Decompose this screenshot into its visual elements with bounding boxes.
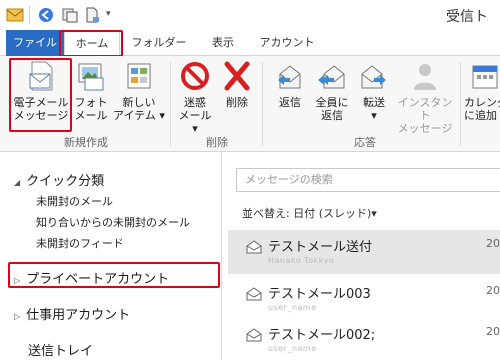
tab-folder[interactable]: フォルダー	[126, 30, 192, 56]
photo-email-button[interactable]: フォト メール	[74, 60, 108, 122]
message-row[interactable]: テストメール003 user_name 201	[228, 277, 500, 321]
work-account-folder[interactable]: ▷ 仕事用アカウント	[14, 304, 130, 323]
nav-item-unread[interactable]: 未開封のメール	[36, 193, 113, 209]
junk-label-1: 迷惑	[184, 96, 206, 109]
message-date: 201	[486, 237, 500, 250]
tab-view[interactable]: 表示	[200, 30, 246, 56]
sort-arrow-icon: ▾	[371, 207, 377, 220]
outbox-folder[interactable]: 送信トレイ	[28, 340, 93, 359]
home-tab-highlight	[59, 30, 123, 57]
toolbar-separator	[29, 6, 30, 24]
delete-label: 削除	[226, 96, 248, 109]
page-icon[interactable]	[84, 7, 100, 23]
delete-x-icon	[224, 61, 250, 91]
im-label-2: メッセージ	[397, 122, 453, 135]
sort-dropdown[interactable]: 並べ替え: 日付 (スレッド)▾	[242, 205, 377, 221]
message-sender: user_name	[268, 303, 317, 312]
tab-account[interactable]: アカウント	[254, 30, 320, 56]
calendar-label-1: カレンダ	[464, 96, 500, 109]
im-label-1: インスタント	[397, 96, 453, 122]
message-subject: テストメール002;	[268, 328, 376, 343]
message-row[interactable]: テストメール送付 Hanako Tokkyo 201	[228, 230, 500, 274]
message-subject: テストメール送付	[268, 240, 373, 255]
delete-group-label: 削除	[206, 136, 228, 149]
reply-label: 返信	[279, 96, 301, 109]
respond-group-label: 応答	[354, 136, 376, 149]
person-icon	[414, 64, 436, 90]
ribbon-separator	[170, 62, 171, 146]
new-group-label: 新規作成	[64, 136, 108, 149]
junk-email-button[interactable]: 迷惑 メール ▾	[174, 60, 216, 135]
title-bar: ▾ 受信ト	[0, 0, 500, 30]
reply-all-icon	[318, 65, 345, 89]
junk-label-2: メール ▾	[178, 109, 212, 135]
forward-dropdown-icon[interactable]: ▾	[356, 109, 392, 122]
nav-item-unread-feeds[interactable]: 未開封のフィード	[36, 235, 124, 251]
photo-email-label-2: メール	[74, 109, 108, 122]
ribbon-separator	[262, 62, 263, 146]
tab-file[interactable]: ファイル	[6, 30, 64, 56]
reply-all-label-1: 全員に	[315, 96, 349, 109]
ribbon: 電子メール メッセージ フォト メール 新しい アイテム ▾ 新規作成 迷惑 メ…	[0, 56, 500, 152]
calendar-label-2: に追加	[464, 109, 497, 122]
envelope-icon	[246, 240, 262, 254]
new-item-button[interactable]: 新しい アイテム ▾	[112, 60, 166, 122]
delete-button[interactable]: 削除	[218, 60, 256, 109]
message-date: 201	[486, 284, 500, 297]
mail-app-icon[interactable]	[6, 7, 24, 23]
block-icon	[181, 62, 209, 90]
envelope-icon	[246, 328, 262, 342]
message-row[interactable]: テストメール002; user_name 201	[228, 318, 500, 360]
send-receive-icon[interactable]	[62, 7, 78, 23]
photo-email-label-1: フォト	[74, 96, 108, 109]
message-subject: テストメール003	[268, 287, 371, 302]
add-to-calendar-button[interactable]: カレンダ に追加	[464, 60, 500, 122]
quick-views-label: クイック分類	[26, 174, 105, 189]
forward-icon	[361, 65, 386, 89]
quick-views-header[interactable]: ◢ クイック分類	[14, 170, 104, 189]
message-sender: user_name	[268, 344, 317, 353]
new-email-highlight	[9, 58, 72, 132]
ribbon-separator	[460, 62, 461, 146]
sort-label: 並べ替え: 日付 (スレッド)	[242, 207, 372, 220]
window-title: 受信ト	[446, 9, 488, 25]
new-item-label-2: アイテム ▾	[113, 109, 165, 122]
photo-email-icon	[78, 63, 104, 91]
message-date: 201	[486, 325, 500, 338]
back-arrow-icon[interactable]	[38, 7, 54, 23]
instant-message-button[interactable]: インスタント メッセージ	[394, 60, 456, 135]
reply-button[interactable]: 返信	[270, 60, 310, 109]
search-input[interactable]: メッセージの検索	[236, 168, 500, 192]
customize-quickaccess-icon[interactable]: ▾	[106, 9, 111, 19]
envelope-icon	[246, 287, 262, 301]
work-account-label: 仕事用アカウント	[26, 308, 131, 323]
new-item-icon	[127, 63, 151, 89]
new-item-label-1: 新しい	[122, 96, 156, 109]
expand-triangle-icon: ▷	[14, 312, 21, 321]
nav-item-unread-contacts[interactable]: 知り合いからの未開封のメール	[36, 214, 190, 230]
private-account-highlight	[8, 262, 220, 288]
message-sender: Hanako Tokkyo	[268, 256, 335, 265]
forward-button[interactable]: 転送 ▾	[356, 60, 392, 122]
collapse-triangle-icon: ◢	[14, 178, 21, 187]
forward-label: 転送	[363, 96, 385, 109]
reply-icon	[278, 65, 301, 89]
reply-all-label-2: 返信	[321, 109, 343, 122]
reply-all-button[interactable]: 全員に 返信	[310, 60, 354, 122]
calendar-icon	[472, 65, 498, 89]
